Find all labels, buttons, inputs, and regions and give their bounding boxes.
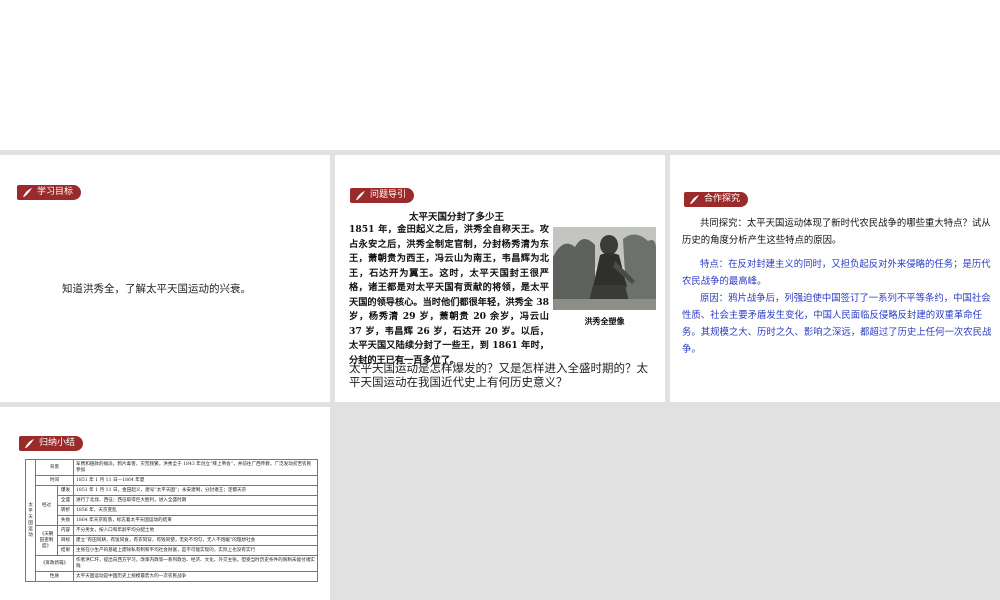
- table-row: 目标 建立“有田同耕，有饭同食，有衣同穿，有钱同使，无处不均匀，无人不饱暖”的理…: [26, 535, 318, 546]
- slide-question-guide[interactable]: 问题导引 太平天国分封了多少王 1851 年，金田起义之后，洪秀全自称天王。攻占…: [335, 155, 665, 402]
- tag-label: 学习目标: [37, 187, 74, 197]
- table-key: 性质: [35, 571, 74, 582]
- reading-title: 太平天国分封了多少王: [409, 212, 505, 223]
- table-subkey: 内容: [57, 525, 74, 536]
- section-tag-summary: 归纳小结: [19, 436, 84, 451]
- quill-icon: [25, 439, 34, 448]
- inquiry-answer: 特点：在反对封建主义的同时，又担负起反对外来侵略的任务；是历代农民战争的最高峰。…: [682, 256, 994, 358]
- table-subkey: 结果: [57, 545, 74, 556]
- statue-photo: [553, 227, 656, 310]
- table-row: 性质 太平天国运动是中国历史上规模最宏大的一次农民战争: [26, 571, 318, 582]
- table-row: 全盛 进行了北伐、西征；西征取得巨大胜利，进入全盛时期: [26, 495, 318, 506]
- table-row: 《天朝田亩制度》 内容 不分男女，按人口和年龄平均分配土地: [26, 525, 318, 556]
- table-subkey: 转折: [57, 505, 74, 516]
- tag-label: 归纳小结: [39, 438, 76, 448]
- slide-summary[interactable]: 归纳小结 太平天国运动 背景 军费和赔款的摊派，鸦片毒害，灾荒频繁，洪秀全于 1…: [0, 407, 330, 600]
- answer-reasons: 原因：鸦片战争后，列强迫使中国签订了一系列不平等条约，中国社会性质、社会主要矛盾…: [682, 293, 992, 355]
- table-row: 经过 爆发 1851 年 1 月 11 日，金田起义，建号“太平天国”；永安建制…: [26, 485, 318, 526]
- section-tag-cooperation: 合作探究: [684, 192, 749, 207]
- quill-icon: [356, 191, 365, 200]
- top-blank-area: [0, 0, 1000, 150]
- table-key: 《资政新篇》: [35, 555, 74, 572]
- section-tag-goals: 学习目标: [17, 185, 82, 200]
- table-key: 经过: [35, 485, 58, 526]
- table-row: 结果 主张在小生产的基础上废除私有制和平均社会财富，是不可能实现的，实际上也没有…: [26, 545, 318, 556]
- empty-canvas-area: [335, 407, 1000, 600]
- table-row: 失败 1864 年天京陷落，标志着太平天国运动的结束: [26, 515, 318, 526]
- table-subkey: 全盛: [57, 495, 74, 506]
- section-tag-question: 问题导引: [350, 188, 415, 203]
- table-value: 1864 年天京陷落，标志着太平天国运动的结束: [73, 515, 318, 526]
- table-row: 太平天国运动 背景 军费和赔款的摊派，鸦片毒害，灾荒频繁，洪秀全于 1843 年…: [25, 459, 318, 582]
- table-row: 时间 1851 年 1 月 11 日—1864 年夏: [26, 475, 318, 486]
- table-value: 作者洪仁玕，提出向西方学习，改革内政等一系列政治、经济、文化、外交主张，但受当时…: [73, 555, 318, 572]
- table-key: 《天朝田亩制度》: [35, 525, 58, 556]
- table-key: 时间: [35, 475, 74, 486]
- answer-features: 特点：在反对封建主义的同时，又担负起反对外来侵略的任务；是历代农民战争的最高峰。: [682, 259, 991, 287]
- table-key: 背景: [35, 459, 74, 476]
- table-value: 主张在小生产的基础上废除私有制和平均社会财富，是不可能实现的，实际上也没有实行: [73, 545, 318, 556]
- table-value: 进行了北伐、西征；西征取得巨大胜利，进入全盛时期: [73, 495, 318, 506]
- guiding-question: 太平天国运动是怎样爆发的？又是怎样进入全盛时期的？太平天国运动在我国近代史上有何…: [349, 361, 648, 389]
- photo-caption: 洪秀全塑像: [584, 317, 625, 326]
- quill-icon: [690, 195, 699, 204]
- table-subkey: 目标: [57, 535, 74, 546]
- summary-table: 太平天国运动 背景 军费和赔款的摊派，鸦片毒害，灾荒频繁，洪秀全于 1843 年…: [25, 459, 318, 582]
- slide-learning-goals[interactable]: 学习目标 知道洪秀全，了解太平天国运动的兴衰。: [0, 155, 330, 402]
- table-row: 《资政新篇》 作者洪仁玕，提出向西方学习，改革内政等一系列政治、经济、文化、外交…: [26, 555, 318, 572]
- table-value: 不分男女，按人口和年龄平均分配土地: [73, 525, 318, 536]
- table-value: 军费和赔款的摊派，鸦片毒害，灾荒频繁，洪秀全于 1843 年创立“拜上帝会”，并…: [73, 459, 318, 476]
- table-subkey: 失败: [57, 515, 74, 526]
- reading-body: 1851 年，金田起义之后，洪秀全自称天王。攻占永安之后，洪秀全制定官制，分封杨…: [349, 224, 549, 366]
- table-subkey: 爆发: [57, 485, 74, 496]
- goal-text: 知道洪秀全，了解太平天国运动的兴衰。: [62, 283, 251, 295]
- table-row: 转折 1856 年，天京变乱: [26, 505, 318, 516]
- table-side-label: 太平天国运动: [25, 459, 36, 582]
- slide-cooperative-inquiry[interactable]: 合作探究 共同探究：太平天国运动体现了新时代农民战争的哪些重大特点？试从历史的角…: [670, 155, 1000, 402]
- table-value: 1851 年 1 月 11 日—1864 年夏: [73, 475, 318, 486]
- tag-label: 合作探究: [704, 194, 741, 204]
- table-value: 建立“有田同耕，有饭同食，有衣同穿，有钱同使，无处不均匀，无人不饱暖”的理想社会: [73, 535, 318, 546]
- table-value: 太平天国运动是中国历史上规模最宏大的一次农民战争: [73, 571, 318, 582]
- inquiry-question: 共同探究：太平天国运动体现了新时代农民战争的哪些重大特点？试从历史的角度分析产生…: [682, 218, 991, 246]
- table-value: 1856 年，天京变乱: [73, 505, 318, 516]
- quill-icon: [23, 188, 32, 197]
- table-value: 1851 年 1 月 11 日，金田起义，建号“太平天国”；永安建制，分封诸王；…: [73, 485, 318, 496]
- tag-label: 问题导引: [370, 190, 407, 200]
